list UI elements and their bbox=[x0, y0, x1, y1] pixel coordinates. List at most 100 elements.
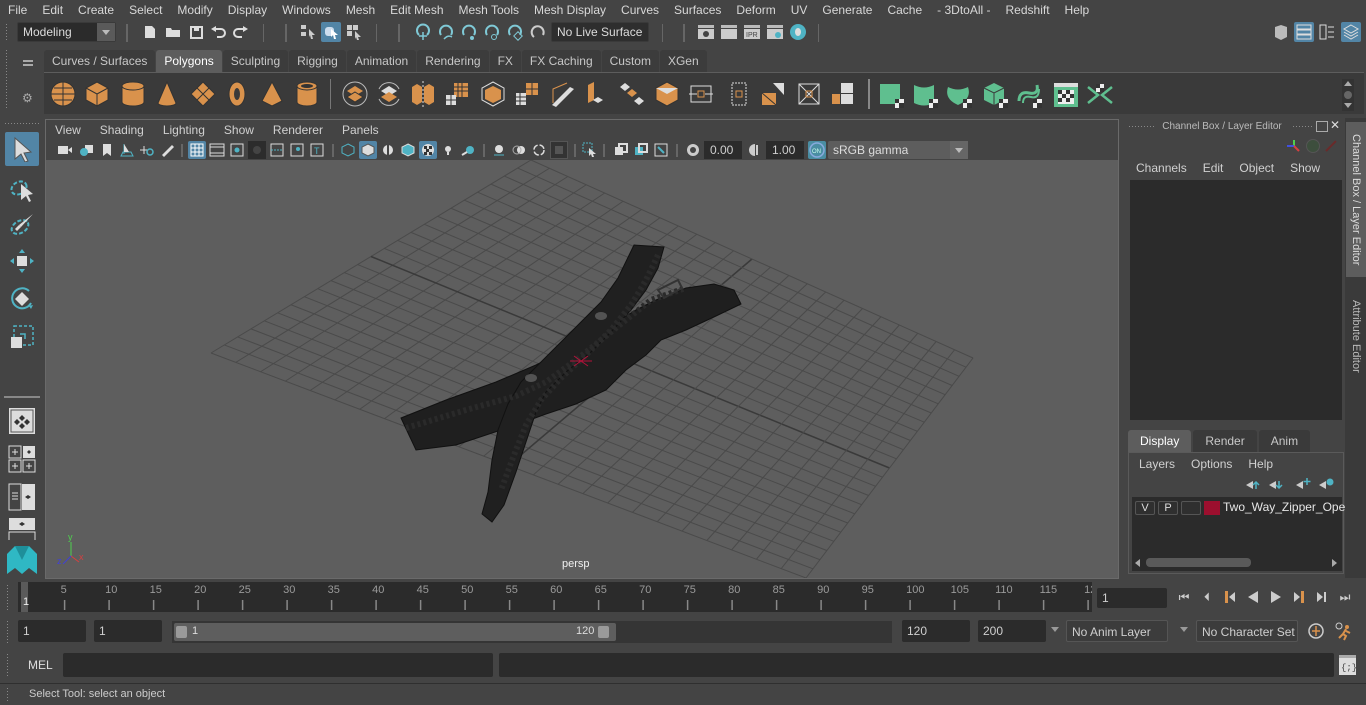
shelf-menu-icon[interactable] bbox=[23, 60, 33, 66]
layer-tab-anim[interactable]: Anim bbox=[1258, 430, 1311, 452]
poly-plane-icon[interactable] bbox=[190, 81, 216, 107]
isolate-select-icon[interactable] bbox=[581, 141, 599, 159]
make-live-icon[interactable] bbox=[528, 22, 548, 42]
current-frame-field[interactable]: 1 bbox=[1097, 588, 1167, 608]
separate-icon[interactable] bbox=[376, 81, 402, 107]
paint-selection-tool-icon[interactable] bbox=[5, 208, 39, 242]
shadows-icon[interactable] bbox=[459, 141, 477, 159]
menu-cache[interactable]: Cache bbox=[879, 0, 929, 20]
script-language-toggle[interactable]: MEL bbox=[28, 658, 53, 672]
camera-attributes-icon[interactable] bbox=[78, 141, 96, 159]
panel-menu-view[interactable]: View bbox=[46, 123, 91, 137]
planar-uv-icon[interactable] bbox=[878, 81, 904, 108]
xray-active-components-icon[interactable] bbox=[632, 141, 650, 159]
contour-stretch-uv-icon[interactable] bbox=[1016, 81, 1042, 108]
move-tool-icon[interactable] bbox=[5, 244, 39, 278]
exposure-icon[interactable] bbox=[684, 141, 702, 159]
render-view-icon[interactable] bbox=[696, 22, 716, 42]
playback-end-frame-field[interactable]: 120 bbox=[902, 620, 970, 642]
grid-toggle-icon[interactable] bbox=[188, 141, 206, 159]
layer-row[interactable]: V P Two_Way_Zipper_Ope bbox=[1132, 497, 1345, 519]
collapse-icon[interactable] bbox=[830, 81, 856, 107]
shelf-tab-rendering[interactable]: Rendering bbox=[417, 50, 489, 72]
step-forward-key-icon[interactable] bbox=[1290, 588, 1308, 606]
range-slider-bar[interactable]: 1 120 bbox=[174, 623, 616, 641]
bridge-icon[interactable] bbox=[619, 81, 645, 107]
textured-icon[interactable] bbox=[419, 141, 437, 159]
fill-hole-icon[interactable] bbox=[654, 81, 680, 107]
color-management-toggle-icon[interactable]: ON bbox=[808, 141, 826, 159]
drag-handle[interactable] bbox=[6, 687, 10, 703]
hypershade-icon[interactable] bbox=[788, 22, 808, 42]
drag-handle[interactable] bbox=[5, 23, 9, 41]
poly-cylinder-icon[interactable] bbox=[120, 81, 146, 107]
create-layer-from-selected-icon[interactable] bbox=[1318, 477, 1334, 494]
drag-handle[interactable] bbox=[4, 122, 40, 126]
insert-edge-loop-icon[interactable] bbox=[726, 81, 752, 107]
snap-point-icon[interactable] bbox=[459, 22, 479, 42]
anti-aliasing-icon[interactable] bbox=[530, 141, 548, 159]
chevron-down-icon[interactable] bbox=[1180, 627, 1188, 632]
multi-cut-icon[interactable] bbox=[688, 81, 714, 107]
manipulator-toggle-icon[interactable] bbox=[1306, 139, 1320, 153]
cb-menu-edit[interactable]: Edit bbox=[1203, 161, 1224, 175]
menu-curves[interactable]: Curves bbox=[613, 0, 666, 20]
cb-menu-show[interactable]: Show bbox=[1290, 161, 1320, 175]
grease-pencil-icon[interactable] bbox=[158, 141, 176, 159]
resolution-gate-icon[interactable] bbox=[228, 141, 246, 159]
cb-menu-channels[interactable]: Channels bbox=[1136, 161, 1187, 175]
layer-name[interactable]: Two_Way_Zipper_Ope bbox=[1223, 500, 1345, 514]
wireframe-on-shaded-icon[interactable] bbox=[399, 141, 417, 159]
layer-visibility-toggle[interactable]: V bbox=[1135, 501, 1155, 515]
panel-menu-show[interactable]: Show bbox=[215, 123, 264, 137]
3d-viewport[interactable]: y x z persp bbox=[46, 160, 1118, 578]
append-to-polygon-icon[interactable] bbox=[760, 81, 786, 107]
float-panel-icon[interactable] bbox=[1316, 121, 1328, 132]
gate-mask-icon[interactable] bbox=[248, 141, 266, 159]
script-editor-layout-icon[interactable] bbox=[5, 516, 39, 540]
anim-layer-dropdown[interactable]: No Anim Layer bbox=[1066, 620, 1168, 642]
gear-icon[interactable]: ⚙ bbox=[22, 91, 33, 105]
select-hierarchy-icon[interactable] bbox=[298, 22, 318, 42]
2d-pan-zoom-icon[interactable] bbox=[138, 141, 156, 159]
four-view-layout-icon[interactable] bbox=[5, 442, 39, 476]
menu-display[interactable]: Display bbox=[220, 0, 274, 20]
combine-icon[interactable] bbox=[342, 81, 368, 107]
scroll-down-icon[interactable] bbox=[1344, 103, 1352, 108]
play-backwards-icon[interactable] bbox=[1244, 588, 1262, 606]
playback-start-frame-field[interactable]: 1 bbox=[94, 620, 162, 642]
safe-action-icon[interactable] bbox=[288, 141, 306, 159]
command-input[interactable] bbox=[63, 653, 493, 677]
gamma-field[interactable]: 1.00 bbox=[766, 141, 804, 159]
panel-menu-lighting[interactable]: Lighting bbox=[154, 123, 215, 137]
menu-mesh-tools[interactable]: Mesh Tools bbox=[451, 0, 526, 20]
scroll-up-icon[interactable] bbox=[1344, 81, 1352, 86]
step-forward-frame-icon[interactable] bbox=[1313, 588, 1331, 606]
play-forwards-icon[interactable] bbox=[1267, 588, 1285, 606]
menu-modify[interactable]: Modify bbox=[169, 0, 219, 20]
xray-icon[interactable] bbox=[612, 141, 630, 159]
menu-help[interactable]: Help bbox=[1057, 0, 1097, 20]
single-perspective-layout-icon[interactable] bbox=[5, 404, 39, 438]
field-chart-icon[interactable] bbox=[268, 141, 286, 159]
drag-handle[interactable] bbox=[6, 584, 10, 610]
script-editor-icon[interactable]: {;} bbox=[1339, 655, 1357, 675]
menu-deform[interactable]: Deform bbox=[728, 0, 782, 20]
reduce-icon[interactable] bbox=[480, 81, 506, 107]
view-transform-dropdown[interactable]: sRGB gamma bbox=[828, 141, 968, 159]
step-back-key-icon[interactable] bbox=[1221, 588, 1239, 606]
poly-prism-icon[interactable] bbox=[259, 80, 285, 107]
scene-end-frame-field[interactable]: 200 bbox=[978, 620, 1046, 642]
smooth-shade-all-icon[interactable] bbox=[359, 141, 377, 159]
menu-edit-mesh[interactable]: Edit Mesh bbox=[382, 0, 450, 20]
scale-tool-icon[interactable] bbox=[5, 320, 39, 354]
rotate-tool-icon[interactable] bbox=[5, 282, 39, 316]
poly-torus-icon[interactable] bbox=[224, 81, 250, 107]
close-icon[interactable]: ✕ bbox=[1330, 119, 1342, 131]
layer-menu-options[interactable]: Options bbox=[1191, 457, 1232, 471]
channel-list[interactable] bbox=[1130, 180, 1342, 420]
menu-set-dropdown[interactable]: Modeling bbox=[17, 22, 116, 42]
layer-display-type-toggle[interactable] bbox=[1181, 501, 1201, 515]
gamma-icon[interactable] bbox=[746, 141, 764, 159]
render-settings-icon[interactable] bbox=[765, 22, 785, 42]
